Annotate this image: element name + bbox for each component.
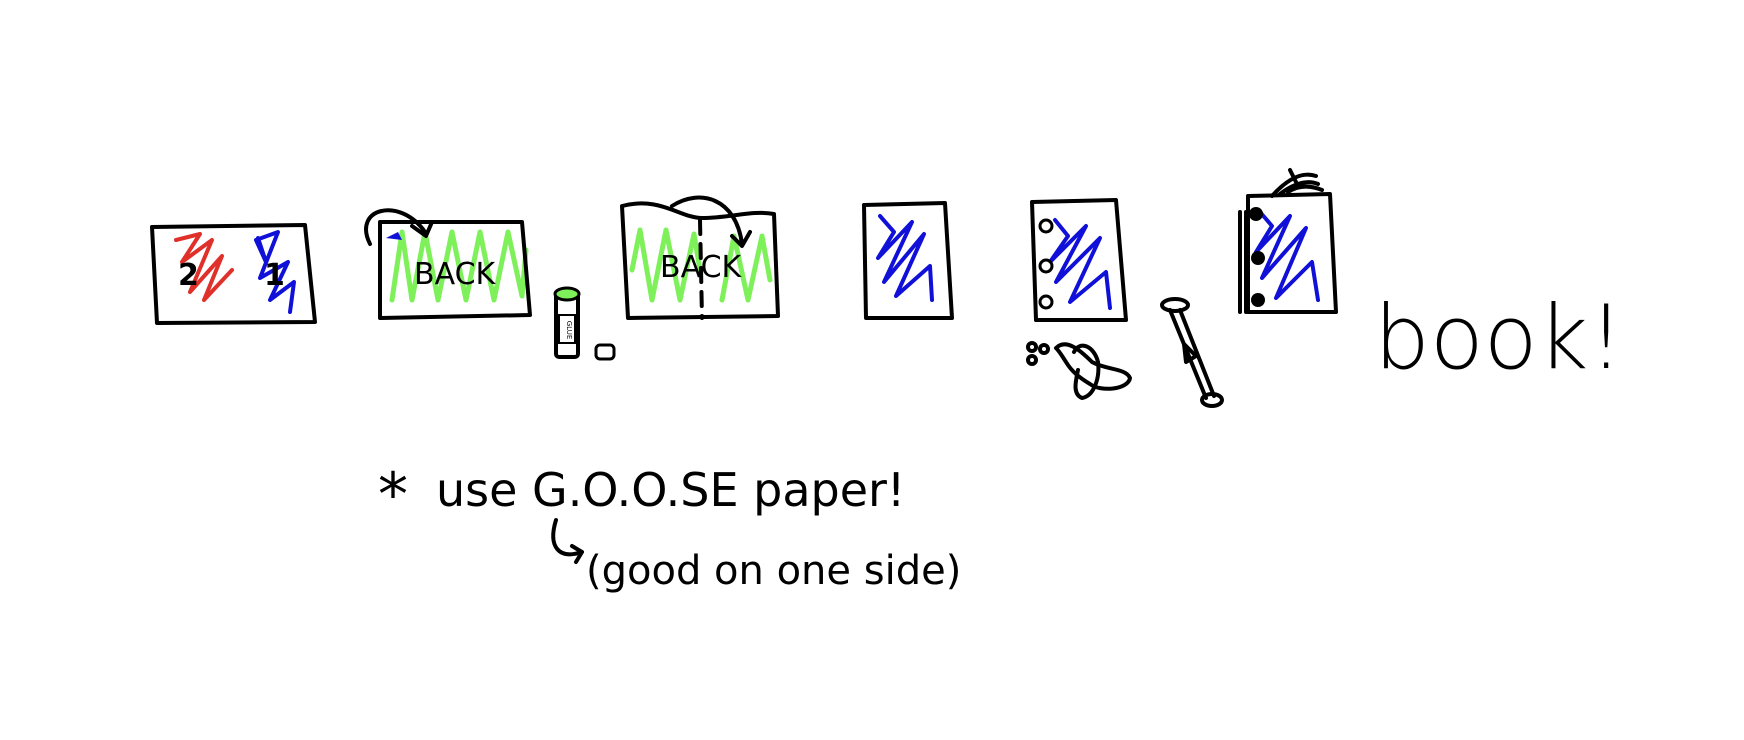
step-4-back-label: BACK xyxy=(660,250,743,285)
hook-arrow-icon xyxy=(551,518,584,564)
step-1-sheet: 2 1 xyxy=(150,223,317,325)
step-2-sheet: BACK xyxy=(364,208,532,320)
result-word: book! xyxy=(1374,286,1624,389)
note-line-1: use G.O.O.SE paper! xyxy=(436,463,905,517)
note: * use G.O.O.SE paper! (good on one side) xyxy=(378,460,961,594)
curved-arrow-icon xyxy=(670,195,752,248)
step-5-page xyxy=(862,201,954,320)
glue-stick-icon: GLUE xyxy=(553,286,616,361)
note-line-2: (good on one side) xyxy=(586,548,961,594)
step-7-booklet xyxy=(1238,168,1338,314)
step-1-label-2: 2 xyxy=(178,258,199,293)
instruction-diagram: 2 1 BACK GLUE BACK book! * use G.O.O.SE … xyxy=(150,168,1624,594)
svg-text:GLUE: GLUE xyxy=(565,321,573,340)
step-6-page xyxy=(1030,198,1128,322)
ribbon-icon xyxy=(1270,168,1324,198)
step-2-back-label: BACK xyxy=(414,257,497,292)
hole-punch-icon xyxy=(1026,341,1132,400)
brad-fastener-icon xyxy=(1160,297,1224,408)
step-1-label-1: 1 xyxy=(264,258,285,293)
note-asterisk: * xyxy=(378,460,408,530)
step-4-sheet: BACK xyxy=(620,195,780,320)
